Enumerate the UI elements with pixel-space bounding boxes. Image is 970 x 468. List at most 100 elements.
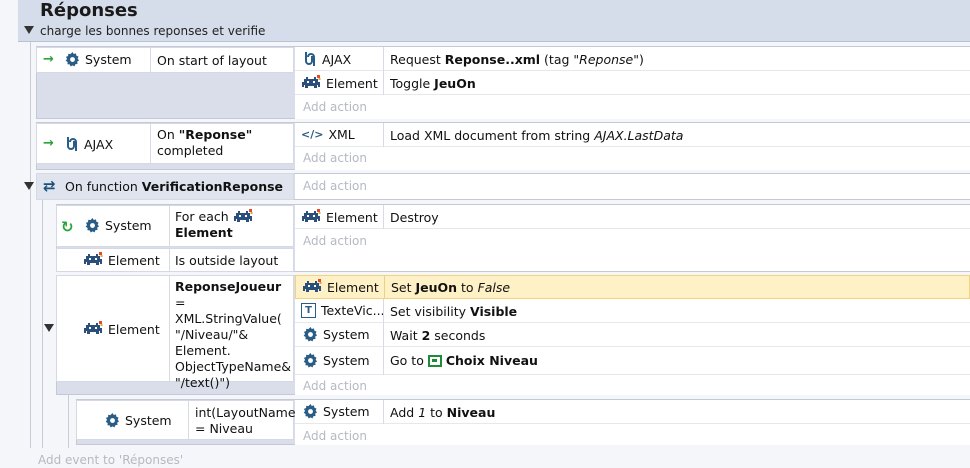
sprite-icon: [301, 75, 321, 91]
action-object-label: System: [323, 327, 370, 342]
divider: [150, 124, 151, 163]
action-text: Load XML document from string AJAX.LastD…: [390, 128, 684, 143]
action-object: Element: [302, 279, 379, 295]
divider: [169, 249, 170, 271]
action-row[interactable]: AJAX Request Reponse..xml (tag "Reponse"…: [295, 47, 970, 71]
action-row[interactable]: Element Toggle JeuOn: [295, 71, 970, 95]
divider: [188, 401, 189, 439]
condition-text: ReponseJoueur = XML.StringValue( "/Nivea…: [175, 279, 292, 390]
action-row[interactable]: T TexteVic... Set visibility Visible: [295, 299, 970, 323]
layout-icon: [427, 355, 442, 367]
condition-row[interactable]: ↻ System For each Element: [56, 205, 294, 247]
condition-row[interactable]: System int(LayoutName) = Niveau: [76, 400, 300, 440]
divider: [384, 276, 385, 298]
collapse-triangle-icon[interactable]: [44, 324, 54, 332]
gear-icon: [303, 353, 318, 368]
xml-icon: </>: [301, 128, 324, 141]
sprite-icon: [83, 252, 103, 268]
sprite-icon: [301, 209, 321, 225]
action-row[interactable]: System Add 1 to Niveau: [295, 400, 970, 424]
group-title: Réponses: [40, 0, 138, 21]
condition-object: AJAX: [65, 136, 113, 152]
condition-object: Element: [83, 321, 160, 337]
condition-row[interactable]: Element ReponseJoueur = XML.StringValue(…: [56, 275, 294, 390]
divider: [169, 206, 170, 246]
sprite-icon: [83, 321, 103, 337]
condition-row[interactable]: → AJAX On "Reponse" completed: [36, 123, 294, 164]
trigger-arrow-icon: →: [43, 136, 54, 151]
add-action-link[interactable]: Add action: [303, 429, 367, 443]
gear-icon: [105, 413, 120, 428]
action-text: Go to Choix Niveau: [390, 353, 538, 368]
gear-icon: [303, 404, 318, 419]
condition-object-label: AJAX: [84, 136, 114, 152]
add-action-link[interactable]: Add action: [303, 379, 367, 393]
function-header[interactable]: ⇄ On function VerificationReponse: [36, 173, 294, 200]
actions-column: Element Set JeuOn to False T TexteVic...…: [295, 275, 970, 395]
action-text: Set visibility Visible: [390, 304, 518, 319]
divider: [383, 400, 384, 424]
add-action-link[interactable]: Add action: [303, 179, 367, 193]
collapse-triangle-icon[interactable]: [24, 26, 34, 34]
sprite-icon: [233, 209, 253, 225]
nesting-guide: [42, 200, 43, 448]
divider: [169, 276, 170, 381]
add-action-link[interactable]: Add action: [303, 100, 367, 114]
gear-icon: [65, 52, 80, 67]
action-object: System: [303, 404, 370, 419]
add-action-link[interactable]: Add action: [303, 151, 367, 165]
actions-column: System Add 1 to Niveau Add action: [295, 400, 970, 445]
condition-row[interactable]: → System On start of layout: [36, 47, 294, 73]
action-object-label: TexteVic...: [321, 303, 385, 318]
condition-object: System: [105, 413, 172, 428]
action-object: AJAX: [303, 51, 351, 67]
condition-row[interactable]: Element Is outside layout: [56, 248, 294, 272]
ajax-icon: [65, 136, 79, 152]
condition-object-label: System: [85, 52, 132, 67]
condition-object-label: System: [105, 218, 152, 233]
divider: [383, 205, 384, 229]
action-object-label: Element: [326, 209, 378, 225]
condition-text: On start of layout: [157, 53, 267, 68]
actions-column: AJAX Request Reponse..xml (tag "Reponse"…: [295, 47, 970, 119]
action-object-label: AJAX: [322, 51, 352, 67]
action-text: Toggle JeuOn: [390, 76, 476, 91]
action-object: System: [303, 353, 370, 368]
action-object: </> XML: [301, 127, 355, 142]
action-object: Element: [301, 75, 378, 91]
text-icon: T: [301, 303, 316, 318]
action-text: Add 1 to Niveau: [390, 405, 496, 420]
action-row[interactable]: Element Destroy: [295, 205, 970, 229]
collapse-triangle-icon[interactable]: [24, 182, 34, 190]
condition-text: Is outside layout: [175, 253, 279, 268]
action-object-label: Element: [327, 279, 379, 295]
action-object-label: Element: [326, 75, 378, 91]
action-text: Request Reponse..xml (tag "Reponse"): [390, 52, 644, 67]
action-text: Destroy: [390, 210, 439, 225]
divider: [383, 47, 384, 71]
condition-object: System: [85, 218, 152, 233]
actions-column: </> XML Load XML document from string AJ…: [295, 123, 970, 170]
function-title: On function VerificationReponse: [65, 179, 284, 194]
action-row[interactable]: </> XML Load XML document from string AJ…: [295, 123, 970, 147]
gear-icon: [303, 327, 318, 342]
action-object: System: [303, 327, 370, 342]
function-icon: ⇄: [43, 177, 56, 195]
divider: [383, 323, 384, 347]
add-event-link[interactable]: Add event to 'Réponses': [38, 453, 183, 467]
add-action-link[interactable]: Add action: [303, 234, 367, 248]
actions-column: Element Destroy Add action: [295, 205, 970, 271]
action-row[interactable]: System Go to Choix Niveau: [295, 347, 970, 375]
divider: [383, 347, 384, 375]
condition-text: On "Reponse" completed: [157, 127, 253, 158]
gear-icon: [85, 218, 100, 233]
action-object: T TexteVic...: [301, 303, 385, 318]
divider: [383, 71, 384, 95]
condition-object: Element: [83, 252, 160, 268]
nesting-guide: [68, 395, 69, 448]
action-row[interactable]: System Wait 2 seconds: [295, 323, 970, 347]
action-row-selected[interactable]: Element Set JeuOn to False: [295, 275, 970, 299]
condition-object-label: Element: [108, 321, 160, 337]
condition-object-label: Element: [108, 252, 160, 268]
condition-text: For each Element: [175, 209, 253, 241]
